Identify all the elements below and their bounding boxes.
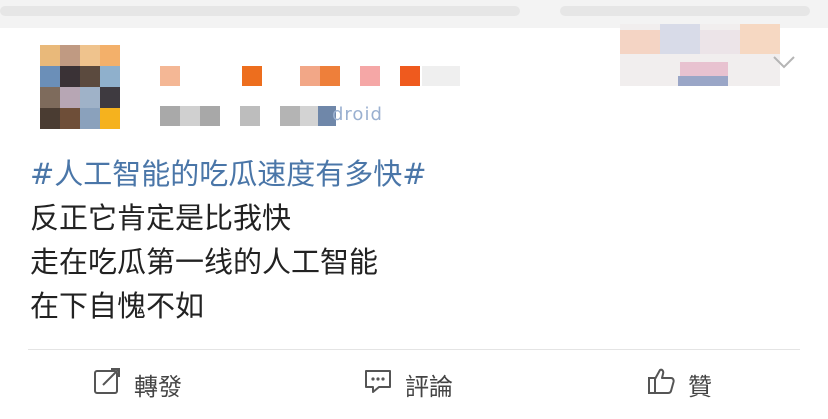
comment-bubble-icon (363, 366, 393, 402)
blurred-top-region (560, 6, 810, 16)
chevron-down-icon[interactable] (772, 54, 796, 70)
like-label: 贊 (688, 372, 712, 401)
like-button[interactable]: 贊 (646, 367, 712, 401)
repost-label: 轉發 (134, 372, 182, 401)
action-bar: 轉發 評論 贊 (0, 350, 828, 419)
post-text-line: 走在吃瓜第一线的人工智能 (30, 245, 379, 279)
avatar[interactable] (40, 45, 120, 129)
repost-button[interactable]: 轉發 (92, 367, 182, 401)
blurred-top-region (0, 6, 520, 16)
post-source: droid (332, 104, 383, 125)
post-text-line: 反正它肯定是比我快 (30, 201, 292, 235)
comment-label: 評論 (405, 372, 453, 401)
comment-button[interactable]: 評論 (363, 367, 453, 401)
hashtag-link[interactable]: #人工智能的吃瓜速度有多快# (30, 152, 427, 196)
thumbs-up-icon (646, 366, 676, 402)
post-content: #人工智能的吃瓜速度有多快# 反正它肯定是比我快 走在吃瓜第一线的人工智能 在下… (30, 152, 427, 328)
post-text-line: 在下自愧不如 (30, 289, 205, 323)
image-thumbnail[interactable] (620, 24, 780, 86)
share-edit-icon (92, 366, 122, 402)
